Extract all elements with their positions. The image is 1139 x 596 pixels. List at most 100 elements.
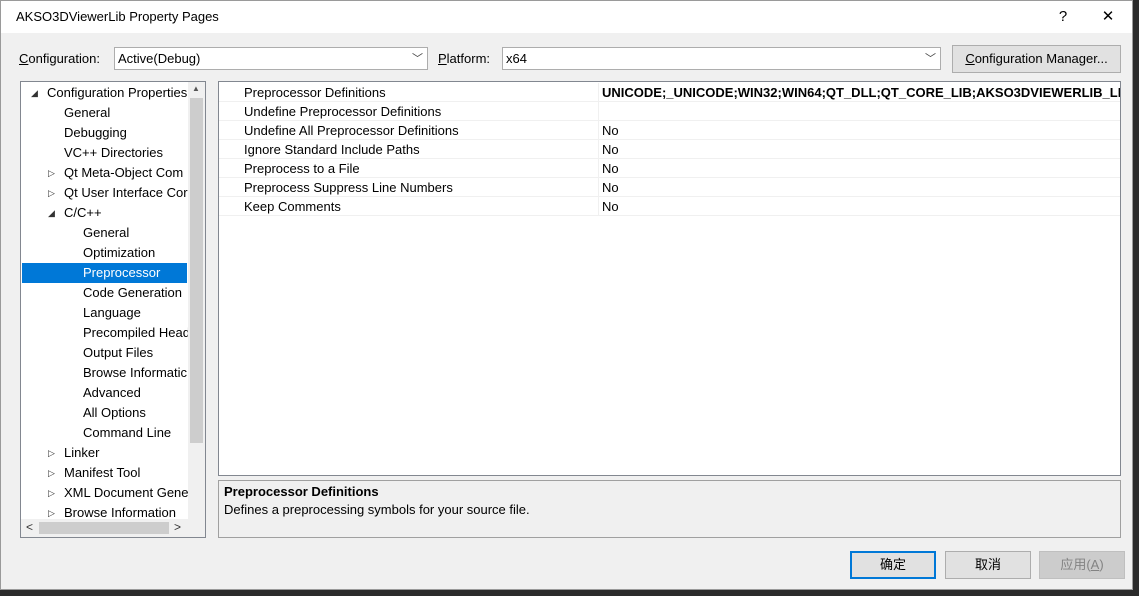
tree-item[interactable]: Code Generation xyxy=(22,283,187,303)
tree-vertical-scroll-thumb[interactable] xyxy=(190,98,203,443)
tree-item[interactable]: General xyxy=(22,223,187,243)
tree-item-label: Command Line xyxy=(83,425,172,440)
tree-horizontal-scrollbar[interactable]: < > xyxy=(21,519,205,537)
collapsed-arrow-icon[interactable]: ▷ xyxy=(48,463,55,483)
window-title: AKSO3DViewerLib Property Pages xyxy=(16,9,219,24)
expanded-arrow-icon[interactable]: ◢ xyxy=(31,83,38,103)
property-value[interactable]: No xyxy=(602,142,619,157)
property-value[interactable]: No xyxy=(602,199,619,214)
configuration-value: Active(Debug) xyxy=(118,51,201,66)
tree-item-label: Code Generation xyxy=(83,285,183,300)
description-text: Defines a preprocessing symbols for your… xyxy=(224,502,530,517)
tree-vertical-scrollbar[interactable]: ▲ xyxy=(188,82,205,519)
tree-item[interactable]: Debugging xyxy=(22,123,187,143)
title-bar: AKSO3DViewerLib Property Pages ? ✕ xyxy=(1,1,1132,33)
property-row[interactable]: Undefine Preprocessor Definitions xyxy=(219,102,1120,121)
tree-item[interactable]: Command Line xyxy=(22,423,187,443)
tree-item[interactable]: Configuration Properties ◢ xyxy=(22,83,187,103)
tree-item[interactable]: Manifest Tool ▷ xyxy=(22,463,187,483)
tree-item-label: Optimization xyxy=(83,245,156,260)
tree-item[interactable]: Qt User Interface Cor ▷ xyxy=(22,183,188,203)
column-divider xyxy=(598,83,599,102)
tree-item-label: Preprocessor xyxy=(83,265,161,280)
property-grid[interactable]: Preprocessor Definitions UNICODE;_UNICODE… xyxy=(218,81,1121,476)
tree-item[interactable]: Optimization xyxy=(22,243,187,263)
property-tree[interactable]: Browse Information ▷ XML Document Gene ▷ Man… xyxy=(20,81,206,538)
tree-item-label: Qt Meta-Object Com xyxy=(64,165,184,180)
tree-item-label: General xyxy=(64,105,111,120)
platform-dropdown[interactable]: x64 ﹀ xyxy=(502,47,941,70)
expanded-arrow-icon[interactable]: ◢ xyxy=(48,203,55,223)
tree-item-label: Linker xyxy=(64,445,100,460)
configuration-manager-button[interactable]: Configuration Manager... xyxy=(952,45,1121,73)
tree-item-label: Precompiled Head xyxy=(83,325,190,340)
tree-item-label: Configuration Properties xyxy=(47,85,188,100)
tree-item-label: All Options xyxy=(83,405,146,420)
column-divider xyxy=(598,197,599,216)
tree-item-label: Advanced xyxy=(83,385,141,400)
tree-item-label: C/C++ xyxy=(64,205,102,220)
ok-button[interactable]: 确定 xyxy=(850,551,936,579)
platform-value: x64 xyxy=(506,51,527,66)
property-pages-dialog: AKSO3DViewerLib Property Pages ? ✕ Confi… xyxy=(0,0,1133,590)
scroll-left-icon[interactable]: < xyxy=(26,520,33,534)
tree-item-label: Output Files xyxy=(83,345,154,360)
tree-item[interactable]: Precompiled Head xyxy=(22,323,190,343)
platform-label: Platform: xyxy=(438,51,491,66)
property-name: Undefine All Preprocessor Definitions xyxy=(244,123,459,138)
collapsed-arrow-icon[interactable]: ▷ xyxy=(48,443,55,463)
collapsed-arrow-icon[interactable]: ▷ xyxy=(48,183,55,203)
tree-item-label: General xyxy=(83,225,130,240)
configuration-dropdown[interactable]: Active(Debug) ﹀ xyxy=(114,47,428,70)
help-button[interactable]: ? xyxy=(1041,1,1085,32)
property-row[interactable]: Preprocess Suppress Line Numbers No xyxy=(219,178,1120,197)
property-name: Keep Comments xyxy=(244,199,341,214)
property-value[interactable]: No xyxy=(602,123,619,138)
tree-item[interactable]: Output Files xyxy=(22,343,187,363)
scroll-up-icon[interactable]: ▲ xyxy=(192,84,200,93)
tree-horizontal-scroll-thumb[interactable] xyxy=(39,522,169,534)
column-divider xyxy=(598,102,599,121)
column-divider xyxy=(598,159,599,178)
scroll-right-icon[interactable]: > xyxy=(174,520,181,534)
configuration-label: Configuration: xyxy=(19,51,100,66)
tree-item[interactable]: General xyxy=(22,103,187,123)
tree-item-label: Browse Informatic xyxy=(83,365,188,380)
tree-item[interactable]: Language xyxy=(22,303,187,323)
property-row[interactable]: Keep Comments No xyxy=(219,197,1120,216)
property-row[interactable]: Preprocessor Definitions UNICODE;_UNICODE… xyxy=(219,83,1120,102)
tree-item-label: Language xyxy=(83,305,141,320)
property-row[interactable]: Ignore Standard Include Paths No xyxy=(219,140,1120,159)
collapsed-arrow-icon[interactable]: ▷ xyxy=(48,163,55,183)
column-divider xyxy=(598,140,599,159)
property-name: Undefine Preprocessor Definitions xyxy=(244,104,442,119)
configuration-row: Configuration: Active(Debug) ﹀ Platform:… xyxy=(1,45,1132,73)
tree-item[interactable]: Advanced xyxy=(22,383,187,403)
tree-item[interactable]: Qt Meta-Object Com ▷ xyxy=(22,163,187,183)
column-divider xyxy=(598,178,599,197)
property-value[interactable]: No xyxy=(602,161,619,176)
column-divider xyxy=(598,121,599,140)
chevron-down-icon: ﹀ xyxy=(412,53,423,65)
tree-item[interactable]: All Options xyxy=(22,403,187,423)
close-button[interactable]: ✕ xyxy=(1086,1,1130,32)
apply-button[interactable]: 应用(A) xyxy=(1039,551,1125,579)
tree-item[interactable]: C/C++ ◢ xyxy=(22,203,187,223)
property-row[interactable]: Undefine All Preprocessor Definitions No xyxy=(219,121,1120,140)
tree-item-label: VC++ Directories xyxy=(64,145,163,160)
cancel-button[interactable]: 取消 xyxy=(945,551,1031,579)
property-row[interactable]: Preprocess to a File No xyxy=(219,159,1120,178)
chevron-down-icon: ﹀ xyxy=(925,53,936,65)
tree-item[interactable]: Browse Informatic xyxy=(22,363,187,383)
tree-item-label: XML Document Gene xyxy=(64,485,189,500)
property-name: Preprocess Suppress Line Numbers xyxy=(244,180,453,195)
tree-item[interactable]: VC++ Directories xyxy=(22,143,187,163)
property-value[interactable]: UNICODE;_UNICODE;WIN32;WIN64;QT_DLL;QT_C… xyxy=(602,85,1120,100)
tree-item-label: Debugging xyxy=(64,125,127,140)
property-name: Ignore Standard Include Paths xyxy=(244,142,420,157)
tree-item[interactable]: Linker ▷ xyxy=(22,443,187,463)
property-value[interactable]: No xyxy=(602,180,619,195)
tree-item[interactable]: XML Document Gene ▷ xyxy=(22,483,189,503)
collapsed-arrow-icon[interactable]: ▷ xyxy=(48,483,55,503)
tree-item[interactable]: Preprocessor xyxy=(22,263,187,283)
